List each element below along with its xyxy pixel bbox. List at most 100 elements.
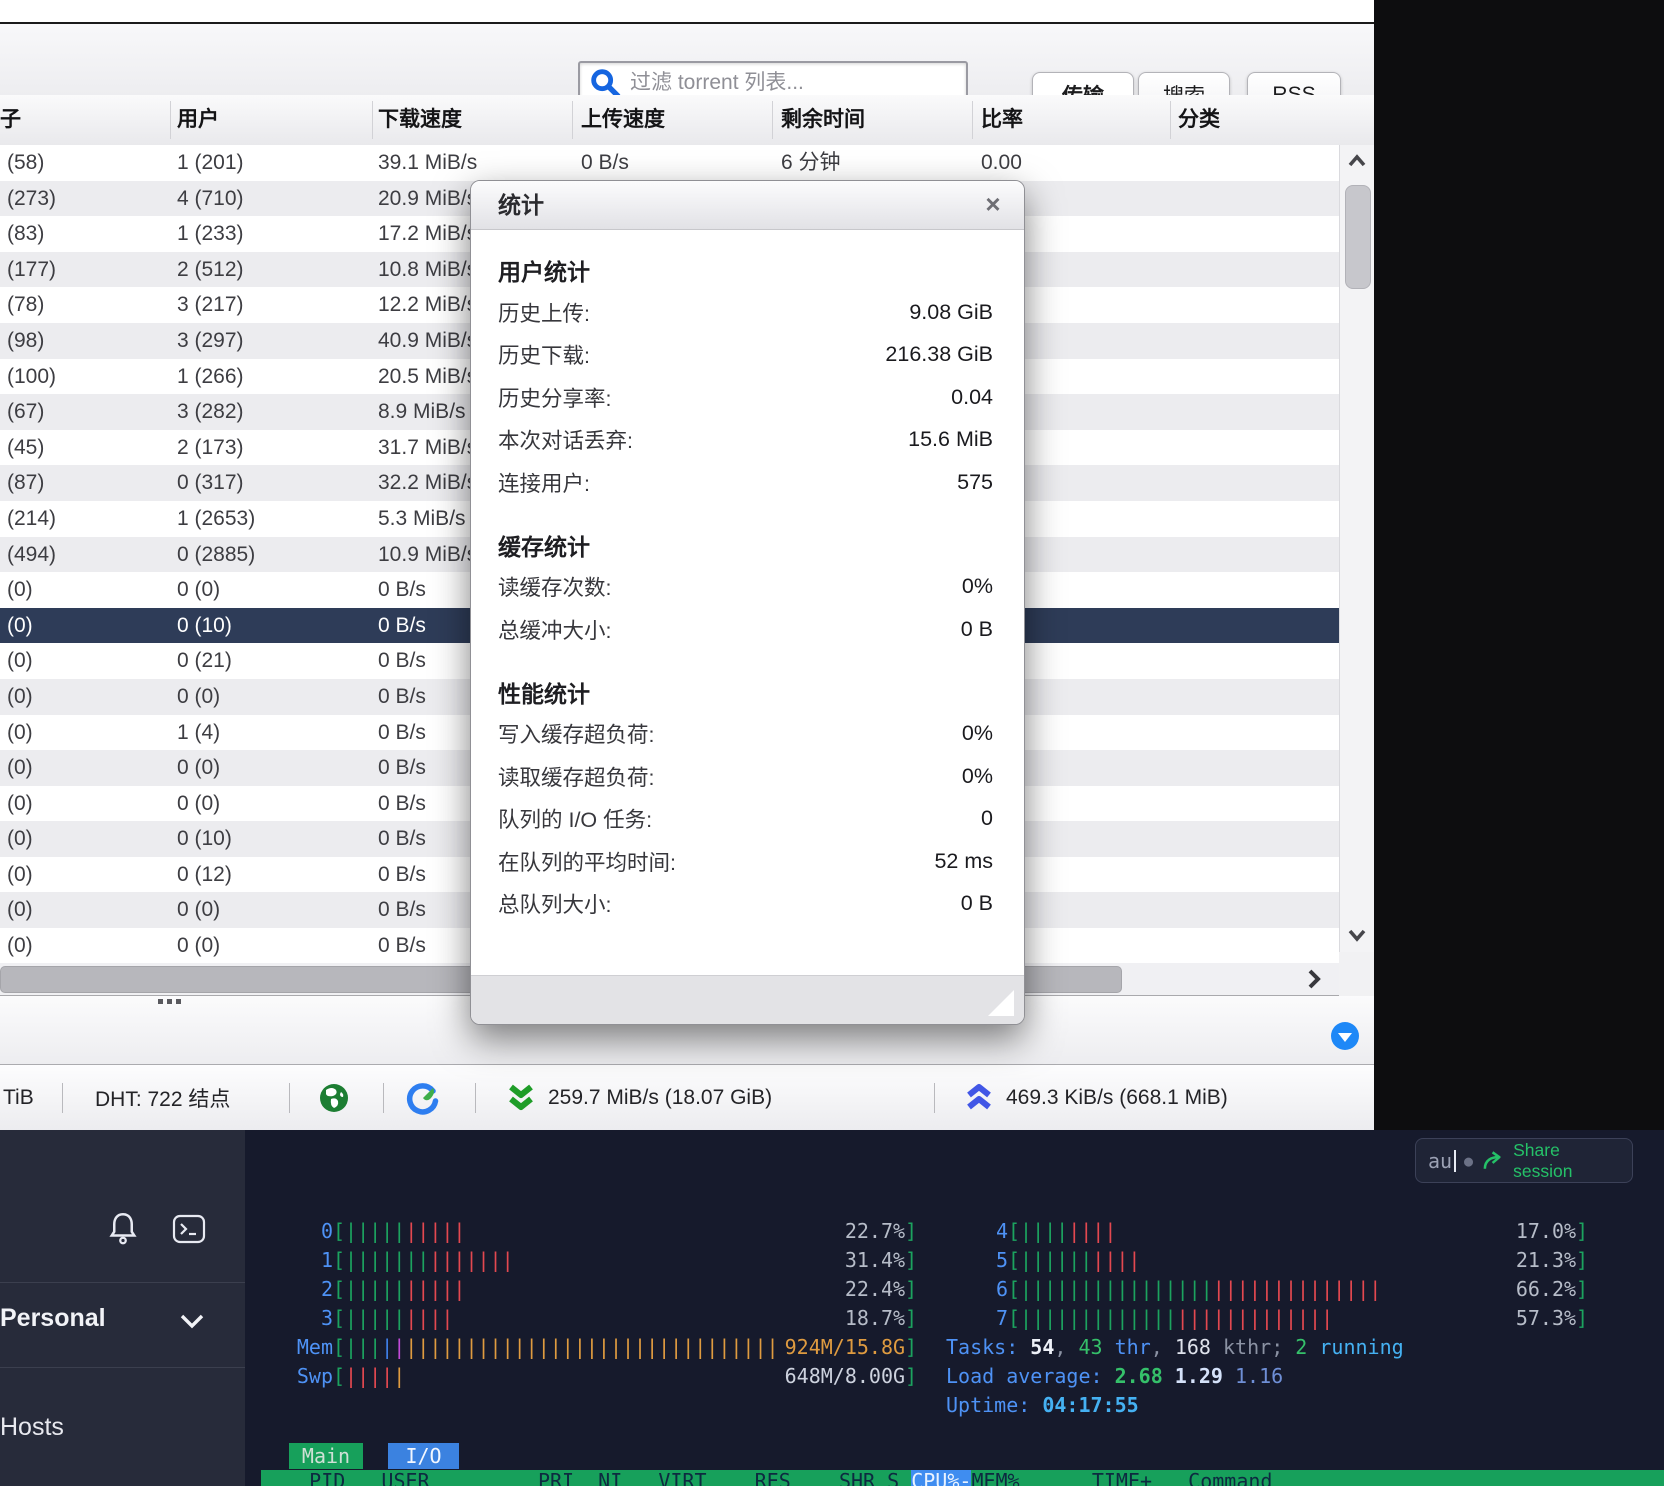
cell-users: 0 (2885) — [177, 537, 367, 573]
cell-users: 3 (297) — [177, 323, 367, 359]
dialog-section-heading: 缓存统计 — [498, 528, 993, 562]
col-dlspeed[interactable]: 下载速度 — [378, 95, 462, 145]
stat-value: 575 — [957, 470, 993, 495]
col-ratio[interactable]: 比率 — [981, 95, 1023, 145]
htop-meter-5: 5[||||||||||21.3%] — [946, 1246, 1588, 1275]
htop-tab-io[interactable]: I/O — [388, 1443, 459, 1469]
stat-row: 总缓冲大小:0 B — [498, 608, 993, 651]
stat-value: 0% — [962, 574, 993, 599]
stat-value: 15.6 MiB — [908, 427, 993, 452]
sidebar-divider — [0, 1282, 245, 1283]
cell-eta: 6 分钟 — [781, 145, 971, 181]
htop-meter-Mem: Mem[||||||||||||||||||||||||||||||||||||… — [280, 1333, 917, 1362]
cell-users: 0 (317) — [177, 465, 367, 501]
stat-value: 0 — [981, 806, 993, 831]
globe-icon — [318, 1082, 350, 1114]
terminal-icon[interactable] — [172, 1214, 206, 1244]
sidebar-item-hosts[interactable]: Hosts — [0, 1412, 64, 1442]
cell-users: 4 (710) — [177, 181, 367, 217]
cell-seeds: (0) — [7, 715, 167, 751]
share-icon — [1481, 1150, 1506, 1172]
scroll-up-icon[interactable] — [1347, 153, 1367, 169]
stat-value: 0% — [962, 721, 993, 746]
column-separator — [972, 101, 973, 139]
search-input[interactable] — [628, 70, 966, 96]
cell-seeds: (58) — [7, 145, 167, 181]
table-header[interactable]: 子 用户 下载速度 上传速度 剩余时间 比率 分类 — [0, 95, 1374, 146]
stat-value: 216.38 GiB — [885, 342, 993, 367]
cell-cat — [1178, 892, 1333, 928]
htop-tab-main[interactable]: Main — [289, 1443, 363, 1469]
cell-cat — [1178, 501, 1333, 537]
stat-row: 历史分享率:0.04 — [498, 376, 993, 419]
col-category[interactable]: 分类 — [1178, 95, 1220, 145]
vertical-scrollbar[interactable] — [1339, 145, 1374, 952]
cell-seeds: (100) — [7, 359, 167, 395]
cell-cat — [1178, 572, 1333, 608]
stat-row: 读缓存次数:0% — [498, 566, 993, 609]
scroll-down-icon[interactable] — [1347, 927, 1367, 943]
chevron-down-icon[interactable] — [179, 1312, 205, 1330]
speed-gauge-icon — [406, 1081, 440, 1115]
cell-seeds: (0) — [7, 608, 167, 644]
alt-speed-toggle[interactable] — [406, 1065, 440, 1130]
cell-cat — [1178, 465, 1333, 501]
cell-seeds: (273) — [7, 181, 167, 217]
stat-label: 连接用户: — [498, 467, 590, 498]
cell-seeds: (45) — [7, 430, 167, 466]
col-users[interactable]: 用户 — [177, 95, 219, 145]
stat-row: 在队列的平均时间:52 ms — [498, 840, 993, 883]
cell-dl: 39.1 MiB/s — [378, 145, 568, 181]
dialog-body: 用户统计历史上传:9.08 GiB历史下载:216.38 GiB历史分享率:0.… — [498, 229, 993, 925]
cell-seeds: (214) — [7, 501, 167, 537]
col-upspeed[interactable]: 上传速度 — [581, 95, 665, 145]
splitter-handle[interactable] — [158, 999, 181, 1004]
cell-cat — [1178, 394, 1333, 430]
screen-black-region — [1374, 0, 1664, 1130]
cell-seeds: (0) — [7, 928, 167, 963]
stat-label: 读取缓存超负荷: — [498, 761, 654, 792]
stat-label: 总缓冲大小: — [498, 614, 611, 645]
screen: 传输 搜索 RSS 子 用户 下载速度 上传速度 剩余时间 比率 分类 (58)… — [0, 0, 1664, 1486]
cell-users: 1 (2653) — [177, 501, 367, 537]
htop-uptime-line: Uptime: 04:17:55 — [946, 1391, 1139, 1420]
scroll-right-icon[interactable] — [1306, 968, 1322, 990]
htop-load-line: Load average: 2.68 1.29 1.16 — [946, 1362, 1283, 1391]
close-icon[interactable]: × — [978, 190, 1008, 220]
cell-seeds: (0) — [7, 572, 167, 608]
bell-icon[interactable] — [108, 1210, 138, 1246]
htop-tasks-line: Tasks: 54, 43 thr, 168 kthr; 2 running — [946, 1333, 1404, 1362]
stat-row: 历史下载:216.38 GiB — [498, 334, 993, 377]
column-separator — [572, 101, 573, 139]
cell-cat — [1178, 181, 1333, 217]
statistics-dialog: 统计 × 用户统计历史上传:9.08 GiB历史下载:216.38 GiB历史分… — [470, 180, 1025, 1025]
dialog-titlebar[interactable]: 统计 × — [471, 181, 1024, 230]
typed-text: au — [1428, 1149, 1452, 1173]
process-table-header[interactable]: PID USER PRI NI VIRT RES SHR S CPU%-MEM%… — [261, 1470, 1664, 1486]
col-seeds[interactable]: 子 — [0, 95, 21, 145]
share-session-label: Share session — [1513, 1140, 1620, 1182]
cell-users: 0 (0) — [177, 750, 367, 786]
sidebar-item-personal[interactable]: Personal — [0, 1302, 106, 1334]
cell-cat — [1178, 857, 1333, 893]
cell-seeds: (83) — [7, 216, 167, 252]
share-session-button[interactable]: au ● Share session — [1415, 1138, 1633, 1183]
htop-meter-4: 4[||||||||17.0%] — [946, 1217, 1588, 1246]
upload-status[interactable]: 469.3 KiB/s (668.1 MiB) — [964, 1065, 1228, 1130]
status-bar: TiB DHT: 722 结点 — [0, 1064, 1374, 1130]
sidebar-divider — [0, 1367, 245, 1368]
column-separator — [170, 101, 171, 139]
cell-users: 0 (10) — [177, 608, 367, 644]
cell-cat — [1178, 821, 1333, 857]
col-eta[interactable]: 剩余时间 — [781, 95, 865, 145]
vertical-scroll-thumb[interactable] — [1345, 185, 1371, 289]
resize-grip[interactable] — [988, 990, 1014, 1016]
cell-users: 2 (512) — [177, 252, 367, 288]
cell-users: 0 (10) — [177, 821, 367, 857]
download-status[interactable]: 259.7 MiB/s (18.07 GiB) — [506, 1065, 772, 1130]
cell-cat — [1178, 786, 1333, 822]
cell-cat — [1178, 928, 1333, 963]
collapse-button[interactable] — [1331, 1022, 1359, 1050]
cell-cat — [1178, 679, 1333, 715]
table-row[interactable]: (58)1 (201)39.1 MiB/s0 B/s6 分钟0.00 — [0, 145, 1339, 181]
